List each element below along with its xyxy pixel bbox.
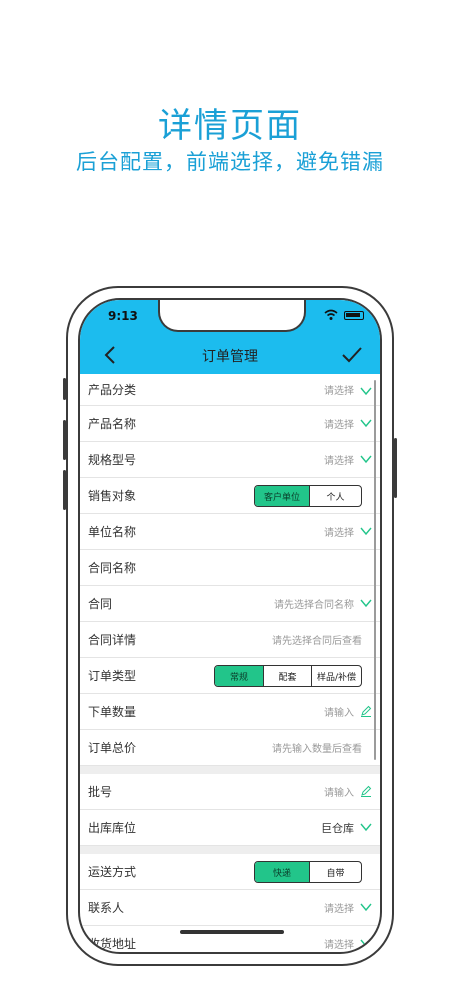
row-contract-details[interactable]: 合同详情 请先选择合同后查看 <box>80 622 380 658</box>
segment-individual[interactable]: 个人 <box>309 486 361 506</box>
section-divider <box>80 766 380 774</box>
row-label: 合同详情 <box>88 633 137 647</box>
row-value: 请先输入数量后查看 <box>272 744 362 755</box>
wifi-icon <box>324 309 338 320</box>
chevron-down-icon <box>360 419 372 428</box>
row-label: 合同 <box>88 597 113 611</box>
row-value: 请先选择合同名称 <box>274 600 354 611</box>
phone-screen: 9:13 订单管理 产品分类 请选择 产品名称 请选择 规格型号 请选择 销售对… <box>78 298 382 954</box>
row-product-category[interactable]: 产品分类 请选择 <box>80 374 380 406</box>
segment-matching[interactable]: 配套 <box>263 666 311 686</box>
chevron-down-icon <box>360 903 372 912</box>
scrollbar[interactable] <box>374 380 376 760</box>
row-value: 请选择 <box>324 940 354 951</box>
row-contract[interactable]: 合同 请先选择合同名称 <box>80 586 380 622</box>
row-label: 订单类型 <box>88 669 137 683</box>
row-contract-name[interactable]: 合同名称 <box>80 550 380 586</box>
row-value: 请选择 <box>324 528 354 539</box>
row-batch-number[interactable]: 批号 请输入 <box>80 774 380 810</box>
pencil-icon <box>361 705 372 717</box>
chevron-down-icon <box>360 823 372 832</box>
row-contact-person[interactable]: 联系人 请选择 <box>80 890 380 926</box>
row-value: 巨仓库 <box>321 821 354 835</box>
shipping-method-segmented: 快递 自带 <box>254 861 362 883</box>
row-label: 运送方式 <box>88 865 137 879</box>
row-order-quantity[interactable]: 下单数量 请输入 <box>80 694 380 730</box>
chevron-down-icon <box>360 455 372 464</box>
row-product-name[interactable]: 产品名称 请选择 <box>80 406 380 442</box>
row-value: 请选择 <box>324 420 354 431</box>
row-value: 请选择 <box>324 904 354 915</box>
phone-mute-switch <box>63 378 66 400</box>
confirm-check-icon[interactable] <box>340 344 364 366</box>
row-sales-target: 销售对象 客户单位 个人 <box>80 478 380 514</box>
phone-volume-down <box>63 470 66 510</box>
phone-notch <box>158 300 306 332</box>
hero-title: 详情页面 <box>158 106 302 146</box>
chevron-down-icon <box>360 527 372 536</box>
segment-regular[interactable]: 常规 <box>215 666 263 686</box>
row-label: 收货地址 <box>88 937 137 951</box>
battery-icon <box>344 311 364 320</box>
status-time: 9:13 <box>108 309 138 323</box>
section-divider <box>80 846 380 854</box>
row-label: 合同名称 <box>88 561 137 575</box>
segment-self-pickup[interactable]: 自带 <box>309 862 361 882</box>
segment-express[interactable]: 快递 <box>255 862 309 882</box>
row-label: 下单数量 <box>88 705 137 719</box>
row-label: 规格型号 <box>88 453 137 467</box>
row-value: 请输入 <box>324 708 354 719</box>
row-order-type: 订单类型 常规 配套 样品/补偿 <box>80 658 380 694</box>
row-unit-name[interactable]: 单位名称 请选择 <box>80 514 380 550</box>
order-form: 产品分类 请选择 产品名称 请选择 规格型号 请选择 销售对象 客户单位 个人 … <box>80 374 380 952</box>
row-warehouse-location[interactable]: 出库库位 巨仓库 <box>80 810 380 846</box>
row-label: 产品分类 <box>88 383 137 397</box>
chevron-down-icon <box>360 599 372 608</box>
hero-subtitle: 后台配置，前端选择，避免错漏 <box>76 150 384 174</box>
page-title: 订单管理 <box>202 349 258 365</box>
phone-volume-up <box>63 420 66 460</box>
segment-customer-unit[interactable]: 客户单位 <box>255 486 309 506</box>
row-label: 联系人 <box>88 901 125 915</box>
row-value: 请输入 <box>324 788 354 799</box>
row-value: 请选择 <box>324 456 354 467</box>
row-value: 请选择 <box>324 386 354 397</box>
row-shipping-method: 运送方式 快递 自带 <box>80 854 380 890</box>
row-label: 出库库位 <box>88 821 137 835</box>
home-indicator[interactable] <box>180 930 284 934</box>
row-value: 请先选择合同后查看 <box>272 636 362 647</box>
row-spec-model[interactable]: 规格型号 请选择 <box>80 442 380 478</box>
row-label: 订单总价 <box>88 741 137 755</box>
order-type-segmented: 常规 配套 样品/补偿 <box>214 665 362 687</box>
navbar: 订单管理 <box>80 336 380 374</box>
segment-sample-compensation[interactable]: 样品/补偿 <box>311 666 361 686</box>
row-label: 单位名称 <box>88 525 137 539</box>
row-label: 批号 <box>88 785 113 799</box>
pencil-icon <box>361 785 372 797</box>
phone-power-button <box>394 438 397 498</box>
chevron-down-icon <box>360 939 372 948</box>
sales-target-segmented: 客户单位 个人 <box>254 485 362 507</box>
row-label: 销售对象 <box>88 489 137 503</box>
row-order-total: 订单总价 请先输入数量后查看 <box>80 730 380 766</box>
chevron-down-icon <box>360 387 372 396</box>
row-label: 产品名称 <box>88 417 137 431</box>
